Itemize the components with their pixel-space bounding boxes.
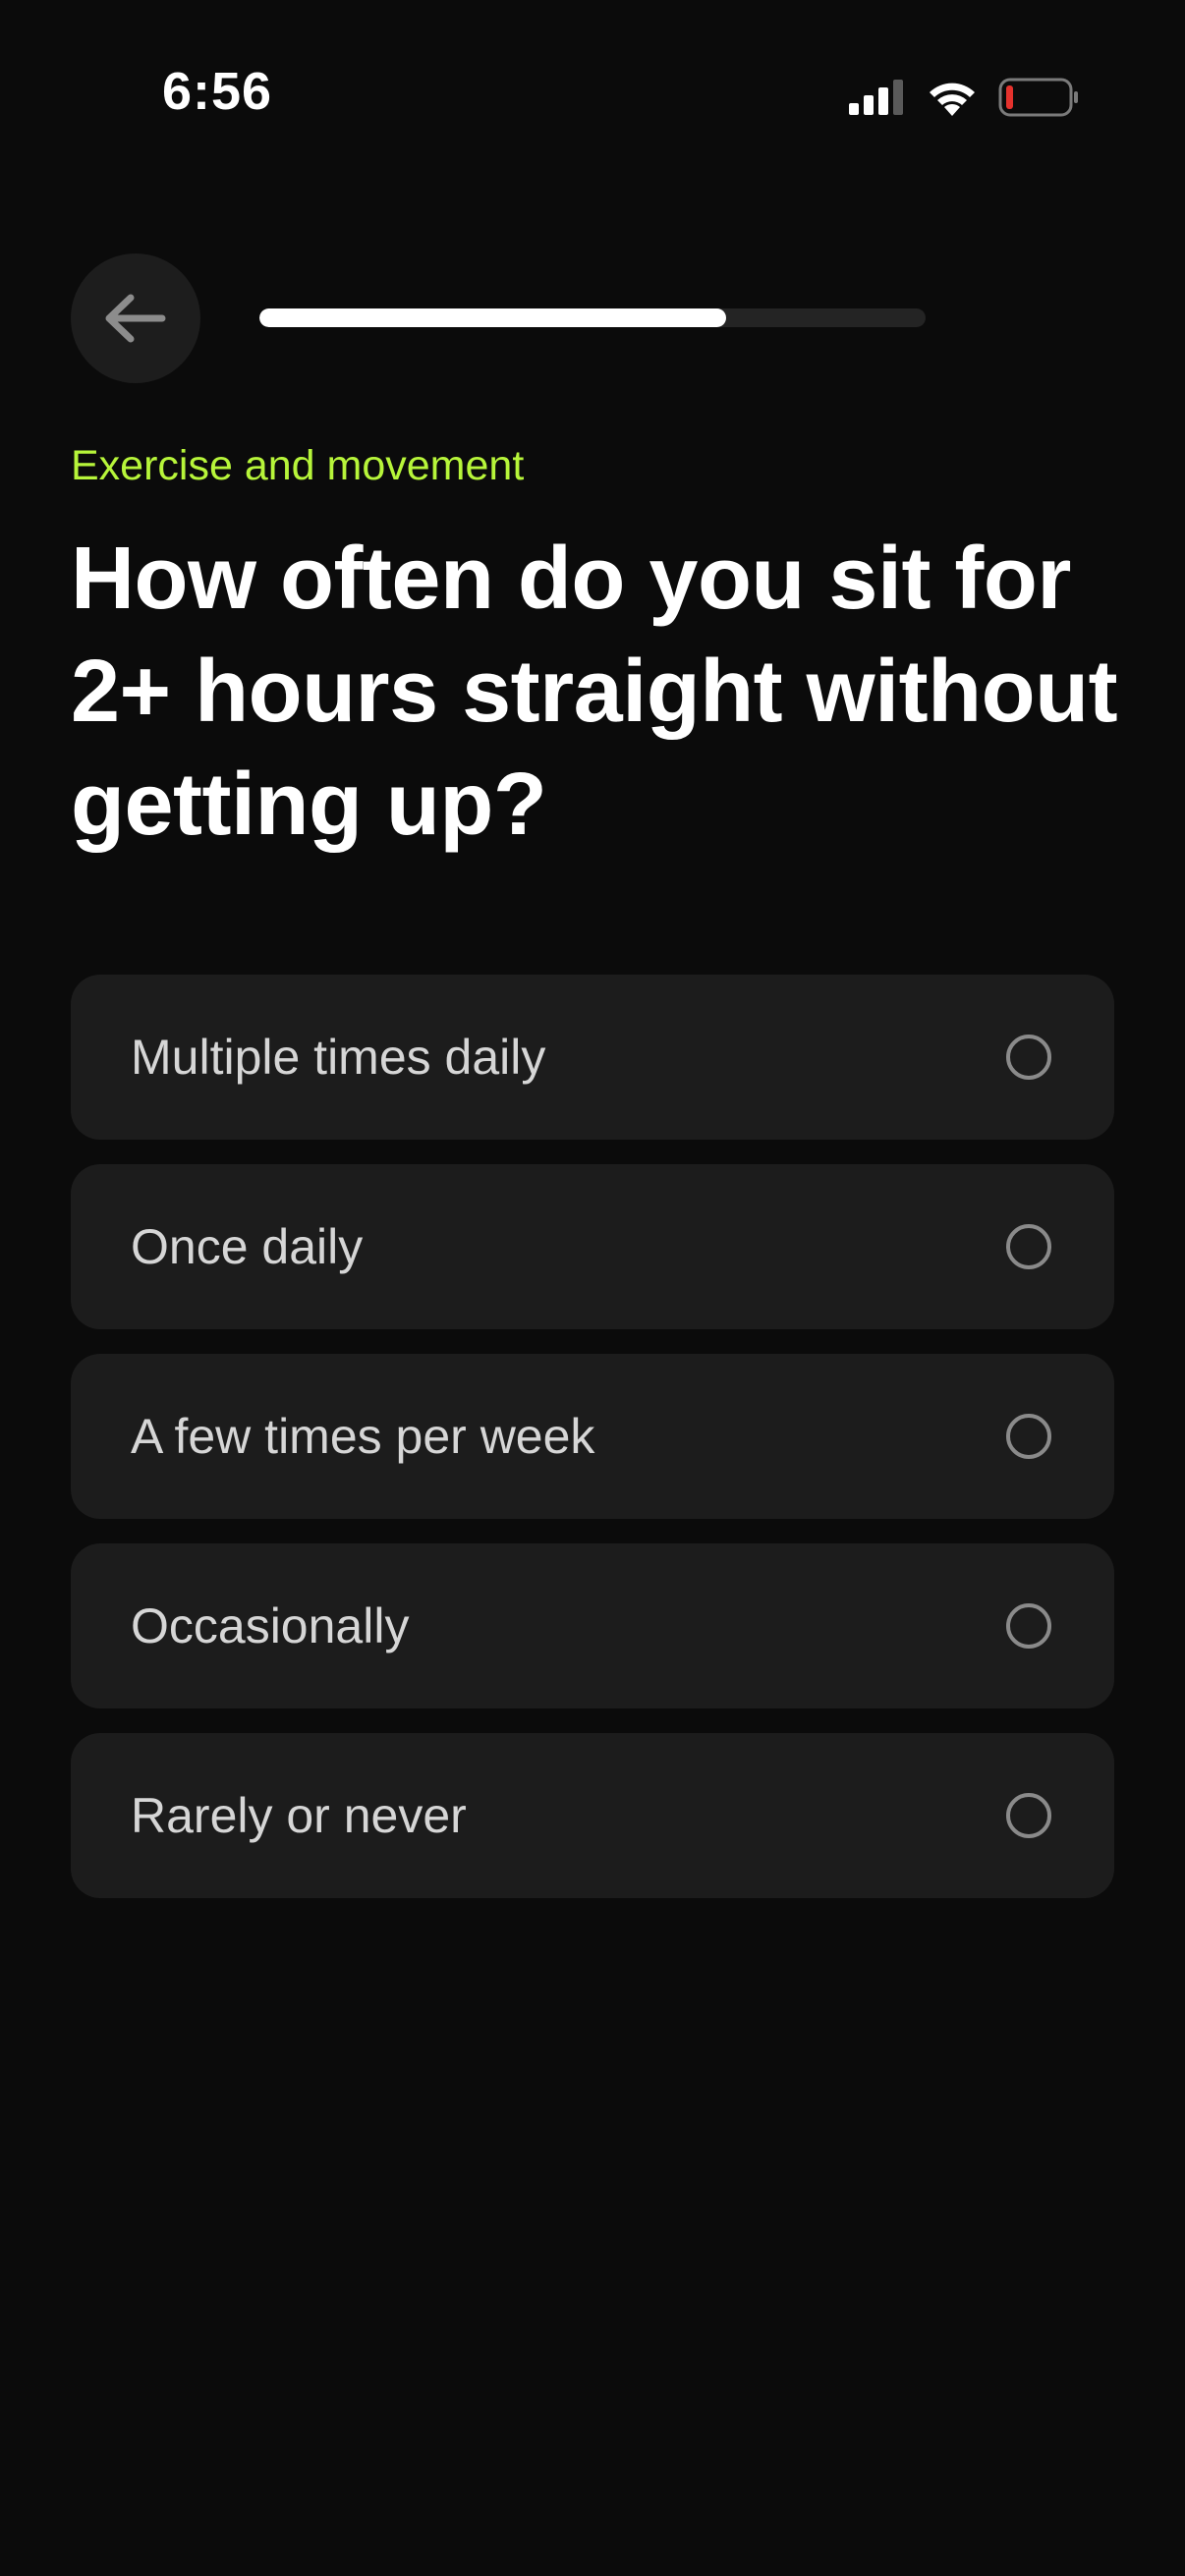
option-label: Once daily [131,1219,364,1274]
arrow-left-icon [105,294,166,343]
option-rarely-or-never[interactable]: Rarely or never [71,1733,1114,1898]
wifi-icon [930,83,975,116]
radio-unselected-icon[interactable] [1006,1035,1051,1080]
option-label: Multiple times daily [131,1030,546,1085]
option-once-daily[interactable]: Once daily [71,1164,1114,1329]
option-few-times-per-week[interactable]: A few times per week [71,1354,1114,1519]
radio-unselected-icon[interactable] [1006,1224,1051,1269]
radio-unselected-icon[interactable] [1006,1793,1051,1838]
progress-bar [259,308,926,327]
radio-unselected-icon[interactable] [1006,1414,1051,1459]
option-occasionally[interactable]: Occasionally [71,1543,1114,1708]
progress-bar-fill [259,308,726,327]
status-icons [849,73,1079,122]
status-bar: 6:56 [0,0,1185,187]
radio-unselected-icon[interactable] [1006,1603,1051,1649]
option-label: A few times per week [131,1409,595,1464]
battery-low-icon [998,78,1078,117]
option-multiple-times-daily[interactable]: Multiple times daily [71,975,1114,1140]
back-button[interactable] [71,253,200,383]
option-label: Occasionally [131,1598,410,1653]
question-title: How often do you sit for 2+ hours straig… [71,530,1118,854]
category-label: Exercise and movement [71,442,525,489]
cellular-signal-icon [849,80,903,115]
status-time: 6:56 [162,62,273,121]
options-list: Multiple times daily Once daily A few ti… [71,975,1114,1898]
option-label: Rarely or never [131,1788,467,1843]
